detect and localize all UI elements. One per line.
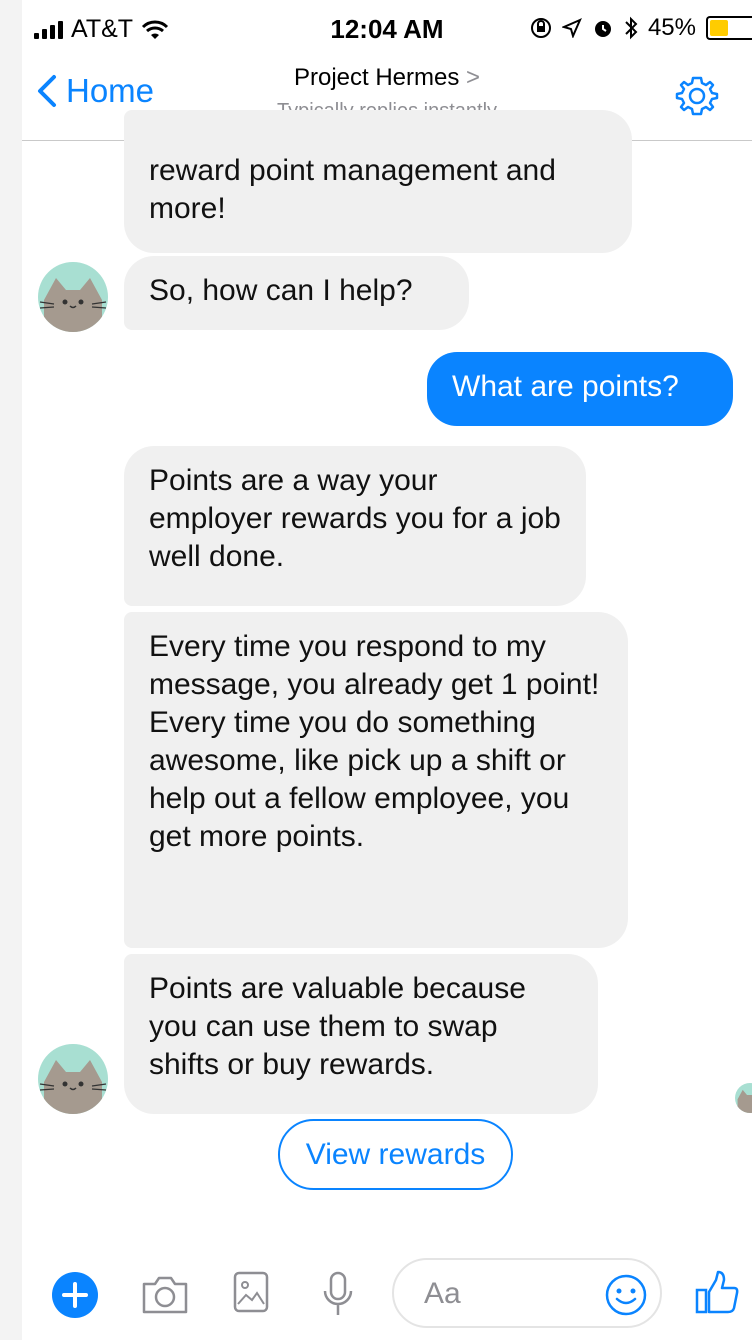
camera-icon[interactable] (140, 1274, 190, 1316)
message-bubble-bot: So, how can I help? (124, 256, 469, 330)
alarm-icon (594, 21, 611, 37)
thumbs-up-icon[interactable] (694, 1268, 740, 1316)
message-bubble-bot: Every time you respond to my message, yo… (124, 612, 628, 948)
message-bubble-bot: Points are valuable because you can use … (124, 954, 598, 1114)
message-input[interactable]: Aa (392, 1258, 662, 1328)
message-bubble-bot: Points are a way your employer rewards y… (124, 446, 586, 606)
orientation-lock-icon (530, 18, 551, 38)
message-bubble-user: What are points? (427, 352, 733, 426)
battery-icon (706, 16, 752, 40)
page-title: Project Hermes (293, 64, 460, 91)
read-receipt-avatar (735, 1083, 752, 1113)
location-icon (561, 18, 582, 38)
image-icon[interactable] (233, 1271, 269, 1313)
message-bubble-bot: reward point management and more! (124, 110, 632, 253)
plus-icon[interactable] (52, 1272, 98, 1318)
status-icons: 45% (530, 14, 752, 42)
avatar (38, 262, 108, 332)
messenger-screen: AT&T 12:04 AM 45% Home Project Hermes > … (22, 0, 752, 1340)
bluetooth-icon (625, 16, 638, 40)
view-rewards-button[interactable]: View rewards (278, 1119, 513, 1190)
gear-icon[interactable] (675, 74, 719, 118)
status-bar: AT&T 12:04 AM 45% (22, 0, 752, 60)
emoji-icon[interactable] (604, 1273, 648, 1317)
battery-percent: 45% (647, 14, 696, 41)
microphone-icon[interactable] (322, 1271, 354, 1317)
title-chevron: > (466, 64, 481, 91)
message-input-placeholder: Aa (424, 1277, 461, 1310)
avatar (38, 1044, 108, 1114)
